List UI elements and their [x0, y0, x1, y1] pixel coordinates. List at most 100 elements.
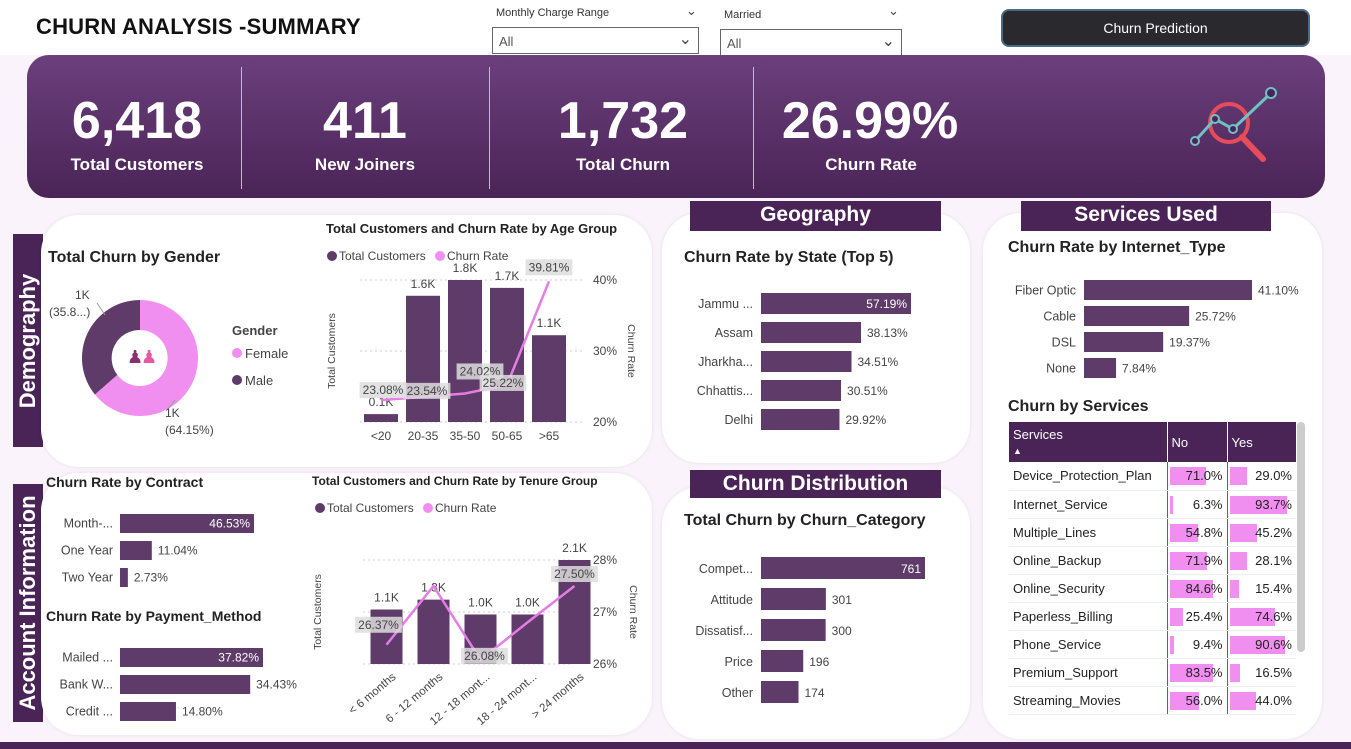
slicer-married-label: Married — [724, 9, 762, 21]
table-row[interactable]: Premium_Support 83.5% 16.5% — [1009, 658, 1296, 687]
kpi-new-joiners-value: 411 — [323, 92, 407, 150]
bar — [761, 322, 862, 343]
bar-data-label: 57.19% — [866, 297, 907, 311]
contract-bar-chart[interactable]: Month-... 46.53% One Year 11.04% Two Year 2.7… — [45, 505, 305, 600]
kpi-total-churn-value: 1,732 — [557, 92, 689, 150]
services-table[interactable]: Services ▲ No Yes Device_Protection_Plan 7… — [1009, 422, 1296, 715]
bar-data-label: 2.1K — [562, 541, 587, 555]
table-row[interactable]: Online_Backup 71.9% 28.1% — [1009, 546, 1296, 575]
service-no-cell: 71.0% — [1166, 462, 1227, 491]
cell-value: 54.8% — [1185, 524, 1223, 540]
bar-data-label: 29.92% — [845, 413, 886, 427]
chart-title-internet-type: Churn Rate by Internet_Type — [1008, 239, 1226, 256]
column-header-no[interactable]: No — [1166, 422, 1227, 462]
slicer-monthly-charge-label: Monthly Charge Range — [496, 7, 610, 19]
cell-value: 93.7% — [1255, 496, 1292, 512]
slicer-married-value: All — [727, 36, 742, 51]
bar-category-label: DSL — [1052, 335, 1076, 349]
bar-category-label: Assam — [715, 326, 753, 340]
cell-value: 16.5% — [1255, 664, 1292, 680]
service-no-cell: 54.8% — [1166, 518, 1227, 547]
y-axis-label: Total Customers — [326, 313, 338, 389]
cell-value: 71.9% — [1185, 552, 1223, 568]
table-row[interactable]: Multiple_Lines 54.8% 45.2% — [1009, 518, 1296, 547]
bar — [761, 650, 804, 672]
state-bar-chart[interactable]: Jammu ... 57.19% Assam 38.13% Jharkha... 34.5… — [670, 285, 960, 435]
chart-title-tenure: Total Customers and Churn Rate by Tenure… — [312, 474, 598, 488]
cell-value: 56.0% — [1185, 692, 1223, 708]
chart-title-age-group: Total Customers and Churn Rate by Age Gr… — [326, 221, 618, 236]
section-geography: Geography — [690, 201, 941, 231]
table-scrollbar[interactable] — [1297, 422, 1305, 652]
service-name-cell: Online_Security — [1009, 574, 1167, 603]
table-row[interactable]: Phone_Service 9.4% 90.6% — [1009, 630, 1296, 659]
bar-category-label: Price — [725, 655, 754, 669]
bar — [761, 619, 826, 641]
service-no-cell: 6.3% — [1166, 490, 1227, 519]
chart-title-payment: Churn Rate by Payment_Method — [46, 608, 262, 624]
kpi-total-churn-label: Total Churn — [575, 155, 671, 174]
column-header-yes[interactable]: Yes — [1226, 422, 1296, 462]
bar-data-label: 34.51% — [858, 355, 899, 369]
chevron-down-icon: ⌄ — [678, 31, 692, 48]
bar-category-label: Bank W... — [60, 678, 114, 692]
service-no-cell: 83.5% — [1166, 658, 1227, 687]
table-row[interactable]: Device_Protection_Plan 71.0% 29.0% — [1009, 462, 1296, 491]
bar-data-label: 25.72% — [1195, 309, 1236, 323]
service-name-cell: Internet_Service — [1009, 490, 1167, 519]
bar — [448, 280, 482, 422]
chart-title-state: Churn Rate by State (Top 5) — [684, 249, 894, 266]
bar-data-label: 1.1K — [374, 591, 399, 605]
bar-data-label: 11.04% — [158, 544, 198, 558]
age-group-combo-chart[interactable]: Total Customers Churn Rate Total Customers… — [315, 240, 640, 450]
column-header-services[interactable]: Services ▲ — [1009, 422, 1167, 462]
legend-marker — [315, 503, 325, 513]
legend-male: Male — [245, 373, 273, 388]
bar-category-label: Fiber Optic — [1015, 283, 1076, 297]
bar-category-label: Mailed ... — [62, 651, 113, 665]
tenure-group-combo-chart[interactable]: Total Customers Churn Rate Total Customers… — [305, 495, 640, 730]
bar-data-label: 1.0K — [515, 595, 540, 609]
service-no-cell: 84.6% — [1166, 574, 1227, 603]
service-yes-cell: 93.7% — [1226, 490, 1296, 519]
line-data-label: 39.81% — [529, 260, 570, 274]
table-row[interactable]: Internet_Service 6.3% 93.7% — [1009, 490, 1296, 519]
churn-category-bar-chart[interactable]: Compet... 761 Attitude 301 Dissatisf... 300 Pr… — [670, 550, 960, 710]
table-row[interactable]: Paperless_Billing 25.4% 74.6% — [1009, 602, 1296, 631]
gender-label-male-1: 1K — [75, 288, 90, 302]
x-tick-label: 35-50 — [450, 429, 481, 443]
bar — [120, 702, 176, 721]
service-name-cell: Device_Protection_Plan — [1009, 462, 1167, 491]
table-row[interactable]: Streaming_Movies 56.0% 44.0% — [1009, 686, 1296, 715]
payment-bar-chart[interactable]: Mailed ... 37.82% Bank W... 34.43% Credit ..… — [45, 640, 305, 730]
section-account-information: Account Information — [13, 484, 43, 722]
cell-value: 15.4% — [1255, 580, 1292, 596]
bar-category-label: Jammu ... — [698, 297, 753, 311]
legend-marker — [423, 503, 433, 513]
bar-data-label: 7.84% — [1122, 361, 1156, 375]
person-icon: ♟ — [141, 347, 157, 367]
bar-data-label: 1.8K — [453, 261, 478, 275]
chevron-down-icon[interactable]: ⌄ — [888, 3, 899, 19]
bar-category-label: Credit ... — [66, 705, 113, 719]
service-yes-cell: 44.0% — [1226, 686, 1296, 715]
cell-value: 71.0% — [1185, 468, 1223, 484]
bar — [1084, 358, 1117, 378]
chart-title-services: Churn by Services — [1008, 398, 1149, 415]
slicer-monthly-charge-dropdown[interactable]: All ⌄ — [492, 27, 699, 54]
chevron-down-icon[interactable]: ⌄ — [686, 3, 697, 19]
service-no-cell: 9.4% — [1166, 630, 1227, 659]
chevron-down-icon: ⌄ — [881, 33, 895, 50]
internet-type-bar-chart[interactable]: Fiber Optic 41.10% Cable 25.72% DSL 19.37% Non… — [1000, 273, 1310, 388]
bar-category-label: Cable — [1043, 309, 1076, 323]
service-yes-cell: 74.6% — [1226, 602, 1296, 631]
churn-prediction-button[interactable]: Churn Prediction — [1001, 9, 1310, 47]
bar-data-label: 37.82% — [218, 651, 259, 665]
table-row[interactable]: Online_Security 84.6% 15.4% — [1009, 574, 1296, 603]
gender-donut-chart[interactable]: ♟ ♟ 1K (35.8...) 1K (64.15%) Gender Fema… — [45, 275, 315, 445]
x-tick-label: 50-65 — [492, 429, 523, 443]
y2-axis-label: Churn Rate — [625, 324, 637, 378]
bar-category-label: Month-... — [64, 517, 113, 531]
slicer-married-dropdown[interactable]: All ⌄ — [720, 29, 902, 56]
bar-category-label: Two Year — [62, 571, 113, 585]
